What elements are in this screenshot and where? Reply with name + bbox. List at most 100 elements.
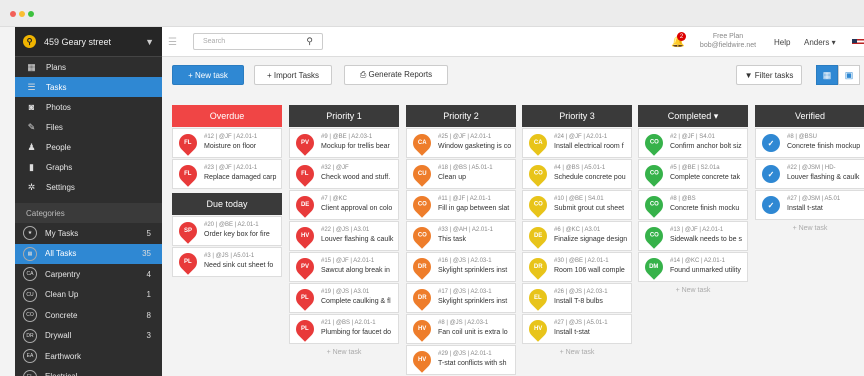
task-card[interactable]: CA #24 | @JF | A2.01-1 Install electrical …: [522, 128, 632, 158]
filter-tasks-button[interactable]: ▼ Filter tasks: [736, 65, 802, 85]
task-title: Fan coil unit is extra lo: [438, 329, 508, 336]
category-count: 5: [146, 228, 151, 238]
gear-icon: ✲: [27, 181, 36, 192]
maximize-window-button[interactable]: [28, 11, 34, 17]
plan-info[interactable]: Free Plan bob@fieldwire.net: [692, 32, 764, 50]
task-card[interactable]: ✓ #22 | @JSM | HD- Louver flashing & caulk: [755, 159, 864, 189]
column-header[interactable]: Overdue: [172, 105, 282, 127]
new-task-link[interactable]: + New task: [522, 344, 632, 360]
column-header[interactable]: Verified: [755, 105, 864, 127]
sidebar: ⚲ 459 Geary street ▼ ▦ Plans ☰ Tasks ◙ Photos…: [15, 27, 162, 376]
minimize-window-button[interactable]: [19, 11, 25, 17]
calendar-view-icon[interactable]: ▣: [838, 65, 860, 85]
task-card[interactable]: DE #6 | @KC | A3.01 Finalize signage desig…: [522, 221, 632, 251]
category-pin-icon: ✓: [762, 134, 780, 152]
search-input[interactable]: Search ⚲: [193, 33, 323, 50]
task-card[interactable]: DR #30 | @BE | A2.01-1 Room 106 wall compl…: [522, 252, 632, 282]
task-card[interactable]: PV #9 | @BE | A2.03-1 Mockup for trellis b…: [289, 128, 399, 158]
sidebar-item-tasks[interactable]: ☰ Tasks: [15, 77, 162, 97]
task-card[interactable]: PL #21 | @BS | A2.01-1 Plumbing for faucet…: [289, 314, 399, 344]
task-card[interactable]: DR #17 | @JS | A2.03-1 Skylight sprinklers…: [406, 283, 516, 313]
task-card[interactable]: HV #22 | @JS | A3.01 Louver flashing & cau…: [289, 221, 399, 251]
bar-chart-icon: ▮: [29, 161, 34, 172]
column-header-due-today[interactable]: Due today: [172, 193, 282, 215]
board-view-icon[interactable]: ▦: [816, 65, 838, 85]
help-link[interactable]: Help: [774, 38, 790, 47]
task-card[interactable]: ✓ #8 | @BSU Concrete finish mockup: [755, 128, 864, 158]
search-icon: ⚲: [306, 36, 313, 46]
column-header[interactable]: Priority 2: [406, 105, 516, 127]
task-meta: #19 | @JS | A3.01: [321, 289, 370, 295]
user-menu[interactable]: Anders ▾: [804, 38, 836, 47]
category-my-tasks[interactable]: ★ My Tasks 5: [15, 223, 162, 244]
task-card[interactable]: FL #12 | @JF | A2.01-1 Moisture on floor: [172, 128, 282, 158]
import-tasks-button[interactable]: + Import Tasks: [254, 65, 332, 85]
task-card[interactable]: HV #29 | @JS | A2.01-1 T-stat conflicts wi…: [406, 345, 516, 375]
category-badge: DR: [533, 264, 543, 271]
task-card[interactable]: CO #2 | @JF | S4.01 Confirm anchor bolt si…: [638, 128, 748, 158]
task-card[interactable]: FL #32 | @JF Check wood and stuff.: [289, 159, 399, 189]
task-card[interactable]: DR #16 | @JS | A2.03-1 Skylight sprinklers…: [406, 252, 516, 282]
category-pin-icon: CO: [409, 192, 435, 218]
task-card[interactable]: DM #14 | @KC | A2.01-1 Found unmarked util…: [638, 252, 748, 282]
task-card[interactable]: DE #7 | @KC Client approval on colo: [289, 190, 399, 220]
task-title: Complete concrete tak: [670, 174, 741, 181]
sidebar-item-plans[interactable]: ▦ Plans: [15, 57, 162, 77]
task-meta: #32 | @JF: [321, 165, 349, 171]
column-header[interactable]: Completed ▾: [638, 105, 748, 127]
task-card[interactable]: CO #33 | @AH | A2.01-1 This task: [406, 221, 516, 251]
category-clean-up[interactable]: CU Clean Up 1: [15, 285, 162, 306]
category-badge-icon: ★: [23, 226, 37, 241]
category-carpentry[interactable]: CA Carpentry 4: [15, 264, 162, 285]
task-meta: #21 | @BS | A2.01-1: [321, 320, 376, 326]
task-title: T-stat conflicts with sh: [438, 360, 507, 367]
category-pin-icon: HV: [409, 347, 435, 373]
category-badge: FL: [301, 171, 309, 177]
category-pin-icon: DE: [525, 223, 551, 249]
new-task-link[interactable]: + New task: [289, 344, 399, 360]
task-card[interactable]: CA #25 | @JF | A2.01-1 Window gasketing is…: [406, 128, 516, 158]
task-card[interactable]: ✓ #27 | @JSM | A5.01 Install t-stat: [755, 190, 864, 220]
category-drywall[interactable]: DR Drywall 3: [15, 326, 162, 347]
sidebar-item-people[interactable]: ♟ People: [15, 137, 162, 157]
category-concrete[interactable]: CO Concrete 8: [15, 305, 162, 326]
task-card[interactable]: CU #18 | @BS | A5.01-1 Clean up: [406, 159, 516, 189]
sidebar-item-label: People: [46, 142, 71, 152]
new-task-button[interactable]: + New task: [172, 65, 244, 85]
menu-icon[interactable]: ☰: [168, 37, 177, 48]
task-card[interactable]: CO #8 | @BS Concrete finish mocku: [638, 190, 748, 220]
task-card[interactable]: PV #15 | @JF | A2.01-1 Sawcut along break …: [289, 252, 399, 282]
category-all-tasks[interactable]: ▦ All Tasks 35: [15, 243, 162, 264]
us-flag-icon[interactable]: [852, 39, 864, 46]
task-card[interactable]: CO #5 | @BE | S2.01a Complete concrete tak: [638, 159, 748, 189]
sidebar-item-graphs[interactable]: ▮ Graphs: [15, 157, 162, 177]
category-electrical[interactable]: EL Electrical: [15, 367, 162, 376]
column-header[interactable]: Priority 1: [289, 105, 399, 127]
new-task-link[interactable]: + New task: [755, 220, 864, 236]
task-card[interactable]: CO #13 | @JF | A2.01-1 Sidewalk needs to b…: [638, 221, 748, 251]
task-card[interactable]: PL #3 | @JS | A5.01-1 Need sink cut sheet …: [172, 247, 282, 277]
task-card[interactable]: CO #10 | @BE | S4.01 Submit grout cut shee…: [522, 190, 632, 220]
task-card[interactable]: EL #26 | @JS | A2.03-1 Install T-8 bulbs: [522, 283, 632, 313]
category-label: Clean Up: [45, 290, 79, 300]
generate-reports-button[interactable]: ⎙ Generate Reports: [344, 65, 448, 85]
new-task-link[interactable]: + New task: [638, 282, 748, 298]
task-card[interactable]: PL #19 | @JS | A3.01 Complete caulking & f…: [289, 283, 399, 313]
task-card[interactable]: FL #23 | @JF | A2.01-1 Replace damaged car…: [172, 159, 282, 189]
notifications-button[interactable]: 🔔 2: [671, 32, 686, 48]
task-card[interactable]: HV #8 | @JS | A2.03-1 Fan coil unit is ext…: [406, 314, 516, 344]
project-selector[interactable]: ⚲ 459 Geary street ▼: [15, 27, 162, 57]
close-window-button[interactable]: [10, 11, 16, 17]
task-card[interactable]: CO #11 | @JF | A2.01-1 Fill in gap between…: [406, 190, 516, 220]
category-earthwork[interactable]: EA Earthwork: [15, 346, 162, 367]
sidebar-item-settings[interactable]: ✲ Settings: [15, 177, 162, 197]
task-card[interactable]: CO #4 | @BS | A5.01-1 Schedule concrete po…: [522, 159, 632, 189]
sidebar-item-files[interactable]: ✎ Files: [15, 117, 162, 137]
sidebar-item-label: Tasks: [46, 82, 67, 92]
task-card[interactable]: SP #20 | @BE | A2.01-1 Order key box for f…: [172, 216, 282, 246]
task-card[interactable]: HV #27 | @JS | A5.01-1 Install t-stat: [522, 314, 632, 344]
task-meta: #33 | @AH | A2.01-1: [438, 227, 493, 233]
sidebar-item-photos[interactable]: ◙ Photos: [15, 97, 162, 117]
column-header[interactable]: Priority 3: [522, 105, 632, 127]
task-meta: #14 | @KC | A2.01-1: [670, 258, 725, 264]
